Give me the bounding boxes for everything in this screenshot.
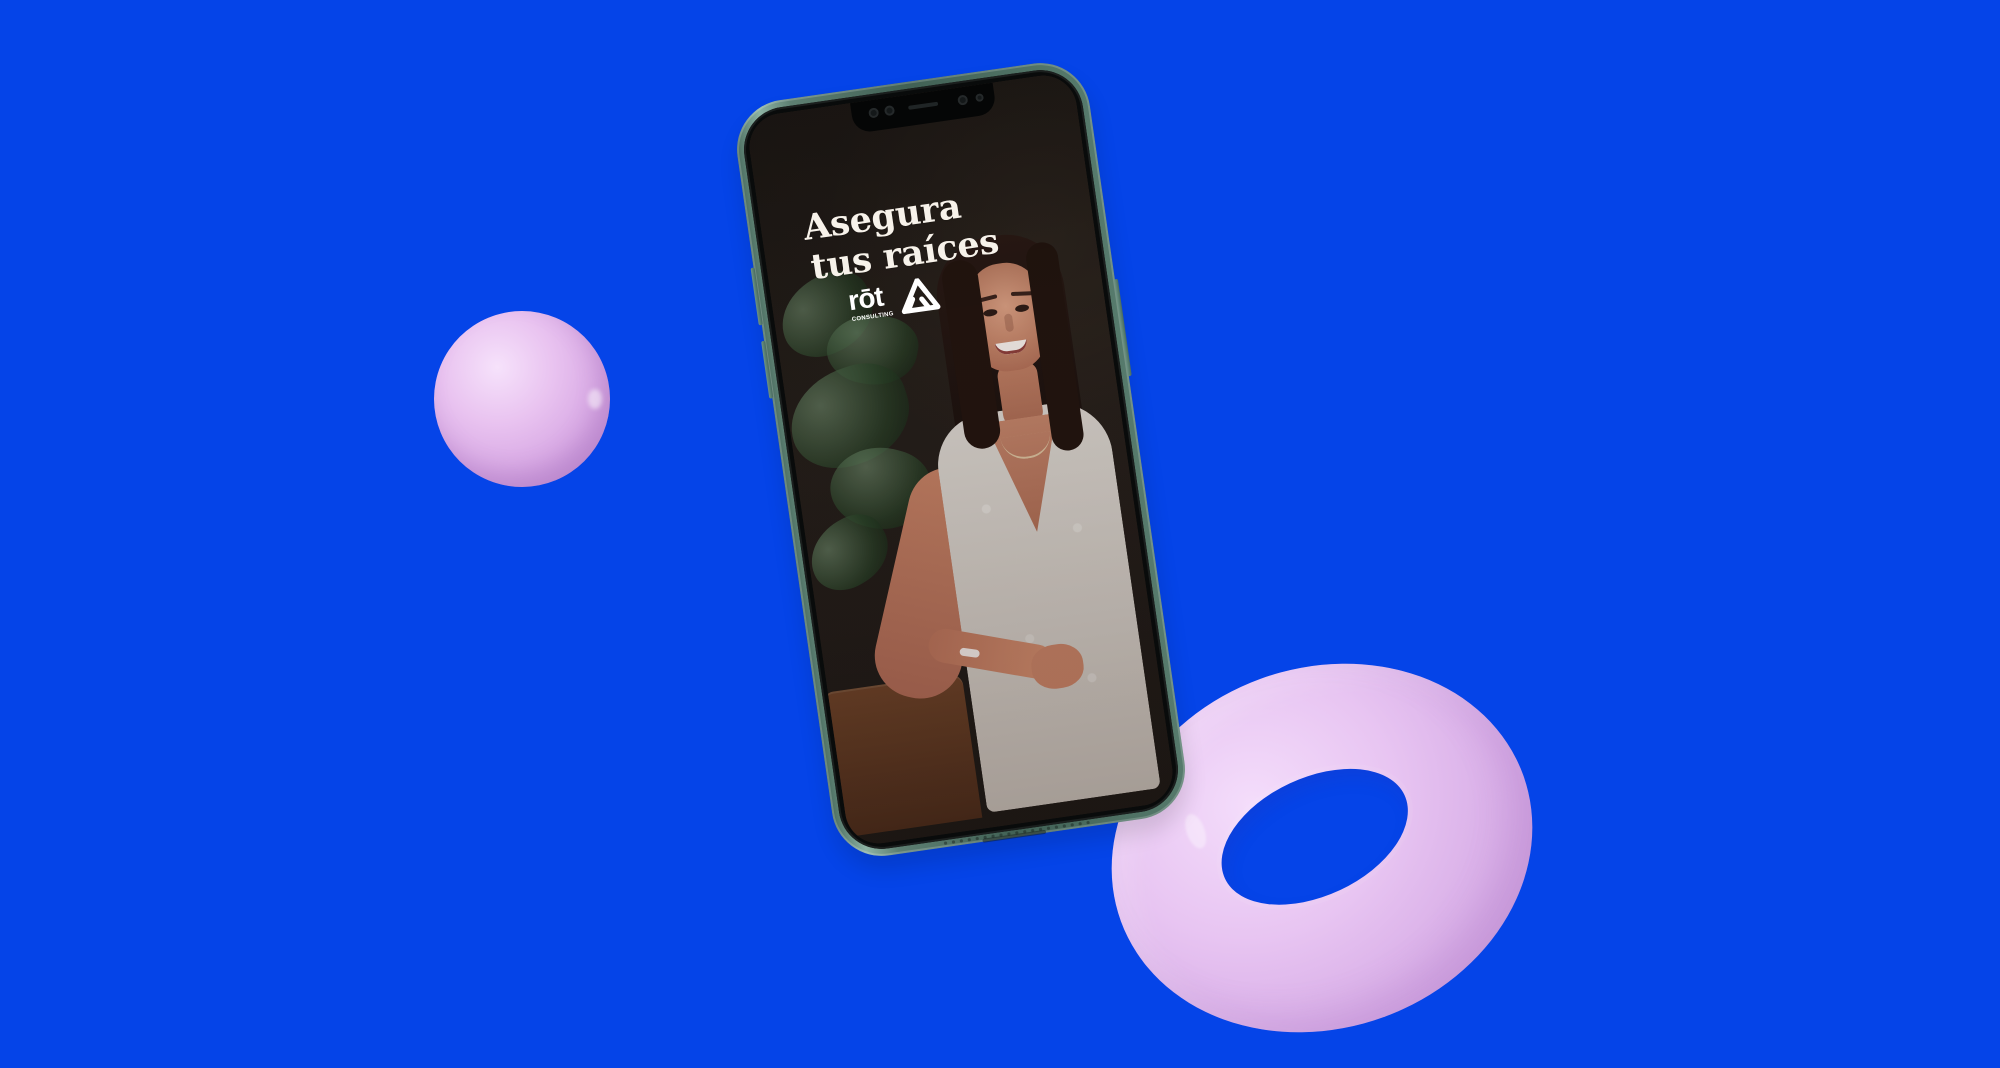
sensor-icon bbox=[868, 107, 880, 119]
brand-name: rōt bbox=[846, 280, 886, 317]
brand-text: rōt CONSULTING bbox=[846, 281, 894, 323]
camera-icon bbox=[957, 94, 969, 106]
hero-scene: Asegura tus raíces rōt CONSULTING bbox=[0, 0, 2000, 1068]
sensor-icon bbox=[975, 93, 985, 103]
sensor-icon bbox=[883, 104, 896, 117]
triangle-logo-icon bbox=[902, 277, 941, 315]
phone-screen: Asegura tus raíces rōt CONSULTING bbox=[745, 71, 1177, 848]
speaker-grill bbox=[908, 101, 939, 110]
pink-sphere bbox=[434, 311, 610, 487]
sphere-highlight bbox=[588, 389, 602, 409]
phone-mockup: Asegura tus raíces rōt CONSULTING bbox=[730, 56, 1192, 863]
